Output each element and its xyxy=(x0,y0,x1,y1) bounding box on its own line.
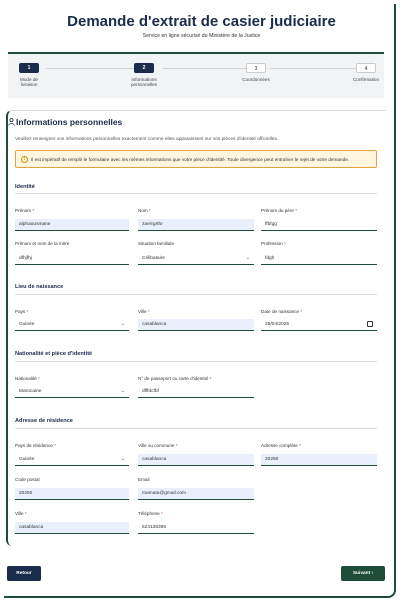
step-label: livraison xyxy=(20,82,38,87)
profession-input[interactable]: fdgh xyxy=(261,253,377,265)
passeport-input[interactable]: dfffdcfbf xyxy=(138,386,254,398)
step-label: Confirmation xyxy=(352,77,380,82)
alert-text: Il est impératif de remplir le formulair… xyxy=(31,157,350,162)
step-label: Coordonnées xyxy=(242,77,270,82)
warning-alert: ! Il est impératif de remplir le formula… xyxy=(15,150,377,168)
situation-value: Célibataire xyxy=(142,256,165,261)
pays-residence-select[interactable]: Guinée ⌄ xyxy=(15,454,129,466)
prenom-pere-input[interactable]: ffbfgg xyxy=(261,219,377,231)
nom-input[interactable]: zaerrgrthr xyxy=(138,219,254,231)
nom-mere-input[interactable]: dfhjfhj xyxy=(15,253,129,265)
next-button[interactable]: Suivant › xyxy=(341,566,385,581)
ville-label: Ville * xyxy=(15,511,27,516)
date-naissance-value: 25/04/2025 xyxy=(265,322,290,327)
page-title: Demande d'extrait de casier judiciaire xyxy=(67,13,336,30)
step-number: 2 xyxy=(134,63,154,73)
step-number: 1 xyxy=(19,63,39,73)
email-input[interactable]: mamata@gmail.com xyxy=(138,488,254,500)
profession-label: Profession * xyxy=(261,241,286,246)
prenom-input[interactable]: alphaousmane xyxy=(15,219,129,231)
date-naissance-label: Date de naissance * xyxy=(261,309,303,314)
step-label: personnelles xyxy=(130,82,158,87)
section-divider xyxy=(15,428,377,429)
step-number: 3 xyxy=(246,63,266,73)
prenom-label: Prénom * xyxy=(15,208,35,213)
step-2[interactable]: 2 Informations personnelles xyxy=(126,63,162,87)
chevron-down-icon: ⌄ xyxy=(120,321,125,327)
step-3[interactable]: 3 Coordonnées xyxy=(238,63,274,82)
page-subtitle: Service en ligne sécurisé du Ministère d… xyxy=(142,33,261,39)
back-button[interactable]: Retour xyxy=(7,566,41,581)
chevron-down-icon: ⌄ xyxy=(120,456,125,462)
nom-label: Nom * xyxy=(138,208,151,213)
warning-icon: ! xyxy=(21,156,28,163)
date-naissance-input[interactable]: 25/04/2025 xyxy=(261,319,377,331)
code-postal-input[interactable]: 20250 xyxy=(15,488,129,500)
section-divider xyxy=(15,294,377,295)
pays-residence-label: Pays de résidence * xyxy=(15,443,56,448)
passeport-label: N° de passeport ou carte d'identité * xyxy=(138,376,212,381)
adresse-label: Adresse complète * xyxy=(261,443,301,448)
calendar-icon[interactable] xyxy=(367,321,373,327)
step-1[interactable]: 1 Mode de livraison xyxy=(14,63,44,87)
nationalite-label: Nationalité * xyxy=(15,376,40,381)
ville-naissance-input[interactable]: casablanca xyxy=(138,319,254,331)
ville-commune-input[interactable]: casablanca xyxy=(138,454,254,466)
telephone-input[interactable]: 624138395 xyxy=(138,522,254,534)
nom-mere-label: Prénom et nom de la mère xyxy=(15,241,70,246)
chevron-down-icon: ⌄ xyxy=(120,388,125,394)
section-identity: Identité xyxy=(15,184,35,190)
section-residence: Adresse de résidence xyxy=(15,418,73,424)
step-4[interactable]: 4 Confirmation xyxy=(348,63,384,82)
pays-value: Guinée xyxy=(19,322,35,327)
situation-label: Situation familiale xyxy=(138,241,175,246)
situation-select[interactable]: Célibataire ⌄ xyxy=(138,253,254,265)
prenom-pere-label: Prénom du père * xyxy=(261,208,298,213)
person-icon xyxy=(8,118,15,126)
progress-stepper: 1 Mode de livraison 2 Informations perso… xyxy=(8,52,384,98)
section-birth: Lieu de naissance xyxy=(15,284,64,290)
step-number: 4 xyxy=(356,63,376,73)
chevron-right-icon: › xyxy=(371,571,374,576)
section-divider xyxy=(15,361,377,362)
section-nationality: Nationalité et pièce d'identité xyxy=(15,351,93,357)
step-connector xyxy=(46,68,136,69)
code-postal-label: Code postal xyxy=(15,477,40,482)
pays-select[interactable]: Guinée ⌄ xyxy=(15,319,129,331)
ville-naissance-label: Ville * xyxy=(138,309,150,314)
nationalite-select[interactable]: Marocaine ⌄ xyxy=(15,386,129,398)
form-title: Informations personnelles xyxy=(16,117,123,127)
next-button-label: Suivant xyxy=(352,571,371,576)
adresse-input[interactable]: 20250 xyxy=(261,454,377,466)
ville-input[interactable]: casablanca xyxy=(15,522,129,534)
ville-commune-label: Ville ou commune * xyxy=(138,443,178,448)
email-label: Email xyxy=(138,477,150,482)
form-intro: Veuillez renseigner vos informations per… xyxy=(15,137,279,142)
section-divider xyxy=(15,193,377,194)
nationalite-value: Marocaine xyxy=(19,389,42,394)
telephone-label: Téléphone * xyxy=(138,511,163,516)
pays-label: Pays * xyxy=(15,309,29,314)
chevron-down-icon: ⌄ xyxy=(245,255,250,261)
pays-residence-value: Guinée xyxy=(19,457,35,462)
